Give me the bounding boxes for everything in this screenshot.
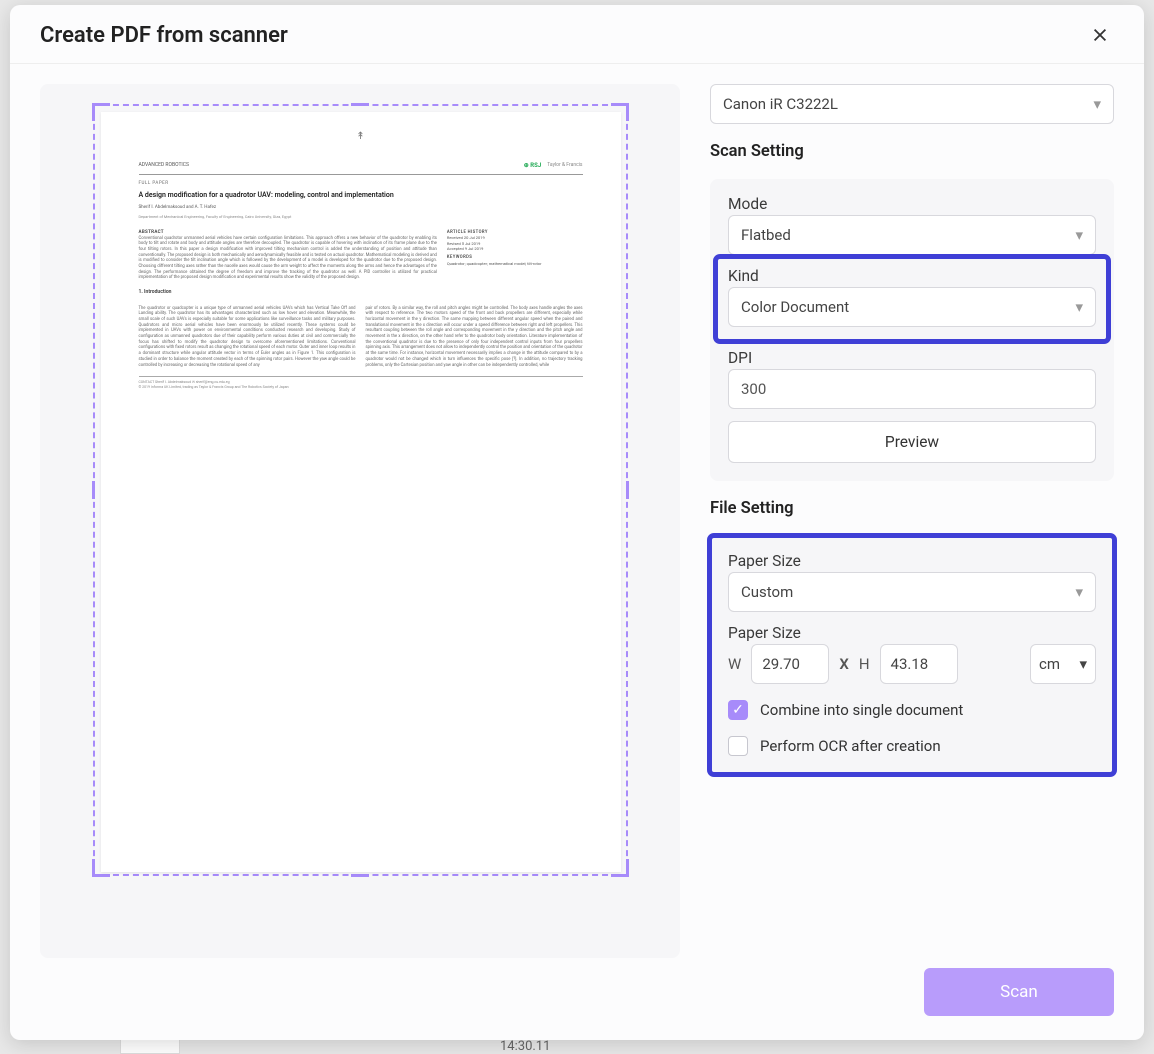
paper-size-value: Custom: [741, 583, 793, 601]
close-icon: [1091, 26, 1109, 44]
preview-pane: ↟ ADVANCED ROBOTICS ⊕ RSJ Taylor & Franc…: [40, 84, 680, 958]
scanner-select-value: Canon iR C3222L: [723, 95, 838, 113]
mode-select[interactable]: Flatbed ▾: [728, 215, 1096, 255]
chevron-down-icon: ▾: [1079, 655, 1087, 673]
abstract-text: Conventional quadrotor unmanned aerial v…: [139, 236, 437, 281]
crop-handle-right[interactable]: [626, 481, 629, 499]
paper-type-label: FULL PAPER: [139, 181, 583, 187]
paper-size-select[interactable]: Custom ▾: [728, 572, 1096, 612]
dialog-footer: Scan: [10, 958, 1144, 1040]
scanner-dialog: Create PDF from scanner ↟ ADVANCED ROBOT…: [10, 5, 1144, 1040]
file-setting-title: File Setting: [710, 499, 1114, 518]
dpi-input[interactable]: 300: [728, 369, 1096, 409]
width-input[interactable]: 29.70: [751, 644, 829, 684]
paper-title: A design modification for a quadrotor UA…: [139, 191, 583, 200]
intro-col1: The quadrotor or quadcopter is a unique …: [139, 306, 356, 368]
settings-pane: Canon iR C3222L ▾ Scan Setting Mode Flat…: [710, 84, 1114, 958]
crop-handle-bottom[interactable]: [351, 874, 369, 877]
kind-select-value: Color Document: [741, 298, 849, 316]
scan-setting-panel: Mode Flatbed ▾ Kind Color Document ▾ DPI: [710, 179, 1114, 481]
combine-checkbox[interactable]: [728, 700, 748, 720]
scan-preview-page: ↟ ADVANCED ROBOTICS ⊕ RSJ Taylor & Franc…: [101, 112, 621, 872]
file-setting-panel: Paper Size Custom ▾ Paper Size W 29.70 X…: [710, 536, 1114, 774]
height-value: 43.18: [891, 655, 929, 673]
width-value: 29.70: [762, 655, 800, 673]
unit-select[interactable]: cm ▾: [1030, 644, 1096, 684]
article-history-text: Received 20 Jul 2019Revised 5 Jul 2019Ac…: [447, 235, 583, 251]
dpi-label: DPI: [728, 349, 1096, 367]
scan-button-label: Scan: [1000, 982, 1038, 1002]
height-label: H: [859, 655, 870, 673]
chevron-down-icon: ▾: [1075, 583, 1083, 601]
page-arrow-icon: ↟: [139, 130, 583, 144]
journal-name: ADVANCED ROBOTICS: [139, 162, 190, 169]
crop-handle-top[interactable]: [351, 103, 369, 106]
dialog-header: Create PDF from scanner: [10, 5, 1144, 64]
unit-value: cm: [1039, 655, 1060, 673]
kind-select[interactable]: Color Document ▾: [728, 287, 1096, 327]
mode-select-value: Flatbed: [741, 226, 791, 244]
mode-label: Mode: [728, 195, 1096, 213]
ocr-checkbox[interactable]: [728, 736, 748, 756]
x-separator: X: [839, 655, 849, 673]
width-label: W: [728, 655, 741, 673]
section-heading: 1. Introduction: [139, 289, 583, 296]
chevron-down-icon: ▾: [1075, 226, 1083, 244]
kind-highlight: Kind Color Document ▾: [716, 257, 1108, 341]
scan-button[interactable]: Scan: [924, 968, 1114, 1016]
dpi-value: 300: [741, 380, 766, 398]
dialog-title: Create PDF from scanner: [40, 23, 288, 48]
intro-col2: pair of rotors. By a similar way, the ro…: [366, 306, 583, 368]
close-button[interactable]: [1086, 21, 1114, 49]
paper-affiliation: Department of Mechanical Engineering, Fa…: [139, 214, 583, 219]
chevron-down-icon: ▾: [1075, 298, 1083, 316]
publisher-logo: Taylor & Francis: [547, 162, 582, 169]
keywords-text: Quadrotor; quadcopter; mathematical mode…: [447, 261, 583, 266]
preview-button[interactable]: Preview: [728, 421, 1096, 463]
chevron-down-icon: ▾: [1093, 95, 1101, 113]
height-input[interactable]: 43.18: [880, 644, 958, 684]
crop-frame[interactable]: ↟ ADVANCED ROBOTICS ⊕ RSJ Taylor & Franc…: [93, 104, 628, 876]
paper-dim-label: Paper Size: [728, 624, 1096, 642]
background-timestamp: 14:30.11: [500, 1039, 550, 1054]
kind-label: Kind: [728, 267, 1096, 285]
page-footer: CONTACT Sherif I. Abdelmaksoud ✉ sherif@…: [139, 376, 583, 389]
paper-authors: Sherif I. Abdelmaksoud and A. T. Hafez: [139, 205, 583, 211]
crop-handle-left[interactable]: [92, 481, 95, 499]
scan-setting-title: Scan Setting: [710, 142, 1114, 161]
scanner-select[interactable]: Canon iR C3222L ▾: [710, 84, 1114, 124]
ocr-label: Perform OCR after creation: [760, 737, 941, 755]
rsj-logo: ⊕ RSJ: [524, 162, 541, 170]
preview-button-label: Preview: [885, 433, 939, 451]
combine-label: Combine into single document: [760, 701, 963, 719]
paper-size-label: Paper Size: [728, 552, 1096, 570]
